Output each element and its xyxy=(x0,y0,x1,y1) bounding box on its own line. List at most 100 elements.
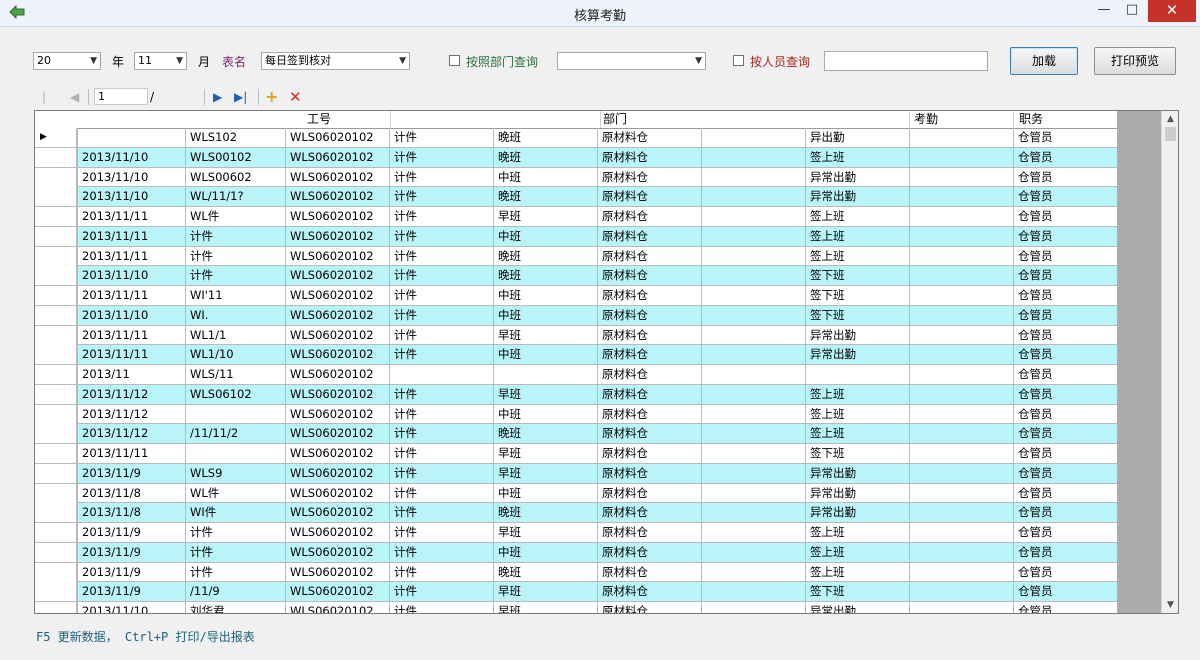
position-cell[interactable]: 仓管员 xyxy=(1013,523,1117,542)
name-cell[interactable]: WLS9 xyxy=(185,463,285,483)
blank-cell[interactable] xyxy=(909,582,1013,602)
row-header[interactable] xyxy=(35,365,77,384)
position-cell[interactable]: 仓管员 xyxy=(1013,582,1117,602)
pay-type-cell[interactable]: 计件 xyxy=(389,345,493,365)
attendance-cell[interactable]: 签下班 xyxy=(805,266,909,286)
blank-cell[interactable] xyxy=(909,523,1013,542)
blank-cell[interactable] xyxy=(701,187,805,207)
employee-id-cell[interactable]: WLS06020102 xyxy=(285,463,389,483)
name-cell[interactable]: 计件 xyxy=(185,562,285,582)
dept-select[interactable]: ▼ xyxy=(557,52,706,70)
blank-cell[interactable] xyxy=(701,503,805,523)
blank-cell[interactable] xyxy=(701,286,805,305)
blank-cell[interactable] xyxy=(909,128,1013,147)
date-cell[interactable]: 2013/11/10 xyxy=(77,305,185,325)
attendance-cell[interactable]: 签上班 xyxy=(805,523,909,542)
date-cell[interactable]: 2013/11/9 xyxy=(77,542,185,562)
employee-id-cell[interactable]: WLS06020102 xyxy=(285,305,389,325)
department-cell[interactable]: 原材料仓 xyxy=(597,226,701,246)
attendance-cell[interactable]: 签上班 xyxy=(805,424,909,444)
add-record-icon[interactable]: + xyxy=(265,86,278,108)
attendance-cell[interactable]: 异常出勤 xyxy=(805,325,909,345)
department-cell[interactable]: 原材料仓 xyxy=(597,562,701,582)
table-row[interactable]: 2013/11/10 WI. WLS06020102 计件 中班 原材料仓 签下班 仓管员 xyxy=(35,305,1117,326)
shift-cell[interactable]: 晚班 xyxy=(493,562,597,582)
pay-type-cell[interactable]: 计件 xyxy=(389,503,493,523)
employee-id-cell[interactable]: WLS06020102 xyxy=(285,266,389,286)
position-cell[interactable]: 仓管员 xyxy=(1013,226,1117,246)
column-header[interactable]: 工号 xyxy=(303,111,331,128)
blank-cell[interactable] xyxy=(701,305,805,325)
blank-cell[interactable] xyxy=(701,463,805,483)
date-cell[interactable]: 2013/11/11 xyxy=(77,286,185,305)
position-cell[interactable]: 仓管员 xyxy=(1013,345,1117,365)
blank-cell[interactable] xyxy=(701,523,805,542)
attendance-cell[interactable]: 异出勤 xyxy=(805,128,909,147)
pay-type-cell[interactable]: 计件 xyxy=(389,602,493,613)
department-cell[interactable]: 原材料仓 xyxy=(597,325,701,345)
table-row[interactable]: 2013/11/11 WL1/1 WLS06020102 计件 早班 原材料仓 异常出勤 仓管… xyxy=(35,325,1117,346)
position-cell[interactable]: 仓管员 xyxy=(1013,128,1117,147)
table-row[interactable]: 2013/11/10 WLS00602 WLS06020102 计件 中班 原材料仓 异常出… xyxy=(35,167,1117,188)
name-cell[interactable]: WLS00602 xyxy=(185,167,285,187)
date-cell[interactable]: 2013/11/9 xyxy=(77,582,185,602)
table-row[interactable]: 2013/11/11 WLS06020102 计件 早班 原材料仓 签下班 仓管员 xyxy=(35,444,1117,464)
position-cell[interactable]: 仓管员 xyxy=(1013,147,1117,167)
table-select[interactable]: 每日签到核对 ▼ xyxy=(261,52,410,70)
department-cell[interactable]: 原材料仓 xyxy=(597,483,701,503)
blank-cell[interactable] xyxy=(909,246,1013,266)
attendance-cell[interactable]: 异常出勤 xyxy=(805,463,909,483)
shift-cell[interactable]: 中班 xyxy=(493,404,597,424)
employee-id-cell[interactable]: WLS06020102 xyxy=(285,207,389,226)
row-header[interactable] xyxy=(35,286,77,305)
shift-cell[interactable]: 中班 xyxy=(493,226,597,246)
employee-id-cell[interactable]: WLS06020102 xyxy=(285,128,389,147)
shift-cell[interactable]: 晚班 xyxy=(493,128,597,147)
row-header[interactable] xyxy=(35,167,77,187)
blank-cell[interactable] xyxy=(909,266,1013,286)
load-button[interactable]: 加载 xyxy=(1010,47,1078,75)
shift-cell[interactable]: 早班 xyxy=(493,602,597,613)
name-cell[interactable]: /11/11/2 xyxy=(185,424,285,444)
next-record-icon[interactable]: ▶ xyxy=(213,86,222,108)
row-header[interactable] xyxy=(35,463,77,483)
attendance-cell[interactable]: 签上班 xyxy=(805,207,909,226)
date-cell[interactable]: 2013/11 xyxy=(77,365,185,384)
shift-cell[interactable]: 中班 xyxy=(493,167,597,187)
table-row[interactable]: 2013/11/9 计件 WLS06020102 计件 晚班 原材料仓 签上班 仓管员 xyxy=(35,562,1117,583)
table-row[interactable]: ▶ WLS102 WLS06020102 计件 晚班 原材料仓 异出勤 仓管员 xyxy=(35,128,1117,148)
pay-type-cell[interactable]: 计件 xyxy=(389,147,493,167)
department-cell[interactable]: 原材料仓 xyxy=(597,286,701,305)
name-cell[interactable]: 计件 xyxy=(185,542,285,562)
date-cell[interactable]: 2013/11/12 xyxy=(77,384,185,404)
attendance-cell[interactable]: 签上班 xyxy=(805,384,909,404)
blank-cell[interactable] xyxy=(701,542,805,562)
shift-cell[interactable]: 早班 xyxy=(493,384,597,404)
position-cell[interactable]: 仓管员 xyxy=(1013,384,1117,404)
blank-cell[interactable] xyxy=(701,345,805,365)
blank-cell[interactable] xyxy=(909,483,1013,503)
position-cell[interactable]: 仓管员 xyxy=(1013,424,1117,444)
shift-cell[interactable]: 早班 xyxy=(493,207,597,226)
name-cell[interactable]: WL1/1 xyxy=(185,325,285,345)
pay-type-cell[interactable]: 计件 xyxy=(389,167,493,187)
shift-cell[interactable] xyxy=(493,365,597,384)
employee-id-cell[interactable]: WLS06020102 xyxy=(285,286,389,305)
blank-cell[interactable] xyxy=(701,226,805,246)
attendance-cell[interactable]: 异常出勤 xyxy=(805,345,909,365)
shift-cell[interactable]: 早班 xyxy=(493,582,597,602)
row-header[interactable] xyxy=(35,444,77,463)
shift-cell[interactable]: 中班 xyxy=(493,483,597,503)
position-cell[interactable]: 仓管员 xyxy=(1013,602,1117,613)
employee-id-cell[interactable]: WLS06020102 xyxy=(285,246,389,266)
department-cell[interactable]: 原材料仓 xyxy=(597,523,701,542)
pay-type-cell[interactable]: 计件 xyxy=(389,404,493,424)
pay-type-cell[interactable]: 计件 xyxy=(389,305,493,325)
name-cell[interactable] xyxy=(185,404,285,424)
attendance-cell[interactable] xyxy=(805,365,909,384)
employee-id-cell[interactable]: WLS06020102 xyxy=(285,424,389,444)
employee-id-cell[interactable]: WLS06020102 xyxy=(285,542,389,562)
shift-cell[interactable]: 晚班 xyxy=(493,503,597,523)
employee-id-cell[interactable]: WLS06020102 xyxy=(285,523,389,542)
position-cell[interactable]: 仓管员 xyxy=(1013,463,1117,483)
